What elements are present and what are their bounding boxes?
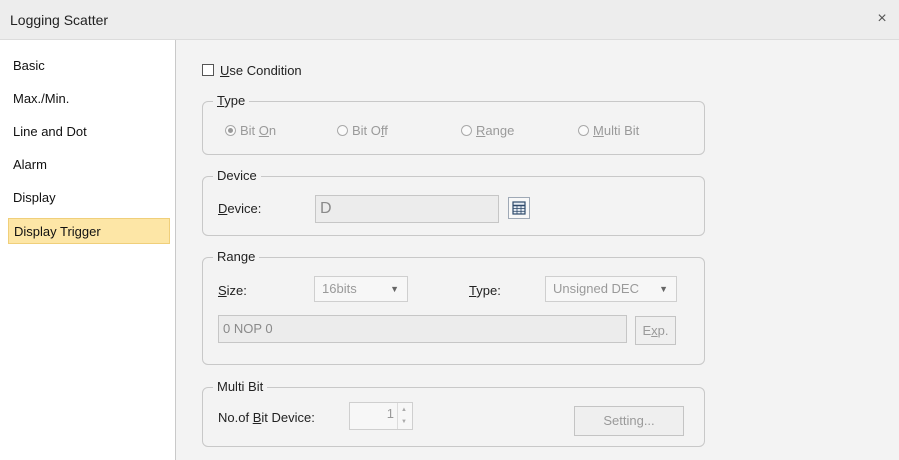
device-label: Device: [218,201,262,216]
size-select-value: 16bits [322,281,357,296]
device-group-legend: Device [213,168,261,184]
radio-bit-off[interactable]: Bit Off [337,123,388,138]
size-select[interactable]: 16bits ▼ [314,276,408,302]
sidebar-item-line-and-dot[interactable]: Line and Dot [8,119,170,145]
sidebar-nav: Basic Max./Min. Line and Dot Alarm Displ… [0,40,176,460]
radio-bit-on-dot[interactable] [225,125,236,136]
type-group-legend: Type [213,93,250,109]
bit-device-count-label: No.of Bit Device: [218,410,315,425]
radio-bit-off-dot[interactable] [337,125,348,136]
radio-multi-bit[interactable]: Multi Bit [578,123,639,138]
bit-device-count-stepper[interactable]: 1 ▲ ▼ [349,402,413,430]
multibit-group: Multi Bit No.of Bit Device: 1 ▲ ▼ Settin… [202,379,705,447]
radio-bit-on[interactable]: Bit On [225,123,276,138]
radio-multi-bit-dot[interactable] [578,125,589,136]
stepper-down-icon[interactable]: ▼ [401,418,407,426]
content-panel: Use Condition Type Bit On Bit Off Range … [177,40,899,460]
type-group: Type Bit On Bit Off Range Multi Bit [202,93,705,155]
range-group-legend: Range [213,249,260,265]
stepper-buttons[interactable]: ▲ ▼ [397,403,412,429]
device-browser-icon[interactable] [508,197,530,219]
bit-device-count-value: 1 [386,406,394,421]
device-input[interactable]: D [315,195,499,223]
sidebar-item-basic[interactable]: Basic [8,53,170,79]
sidebar-item-max-min[interactable]: Max./Min. [8,86,170,112]
window-title: Logging Scatter [10,12,109,28]
radio-range-label: Range [476,123,515,138]
range-group: Range Size: 16bits ▼ Type: Unsigned DEC … [202,249,705,365]
type-label: Type: [469,283,501,298]
multibit-group-legend: Multi Bit [213,379,268,395]
sidebar-item-alarm[interactable]: Alarm [8,152,170,178]
use-condition-row[interactable]: Use Condition [202,62,302,78]
range-expression-input[interactable]: 0 NOP 0 [218,315,627,343]
type-select-value: Unsigned DEC [553,281,639,296]
use-condition-checkbox[interactable] [202,64,214,76]
setting-button[interactable]: Setting... [574,406,684,436]
size-label: Size: [218,283,247,298]
sidebar-item-display-trigger[interactable]: Display Trigger [8,218,170,244]
use-condition-label: Use Condition [220,62,302,78]
radio-range-dot[interactable] [461,125,472,136]
stepper-up-icon[interactable]: ▲ [401,406,407,414]
exp-button[interactable]: Exp. [635,316,676,345]
radio-bit-on-label: Bit On [240,123,277,138]
sidebar-item-display[interactable]: Display [8,185,170,211]
radio-range[interactable]: Range [461,123,514,138]
close-icon[interactable]: × [871,8,893,30]
device-group: Device Device: D [202,168,705,236]
chevron-down-icon: ▼ [390,284,399,294]
dialog-window: Logging Scatter × Basic Max./Min. Line a… [0,0,899,460]
title-bar: Logging Scatter × [0,0,899,40]
type-select[interactable]: Unsigned DEC ▼ [545,276,677,302]
chevron-down-icon: ▼ [659,284,668,294]
radio-bit-off-label: Bit Off [352,123,388,138]
radio-multi-bit-label: Multi Bit [593,123,640,138]
